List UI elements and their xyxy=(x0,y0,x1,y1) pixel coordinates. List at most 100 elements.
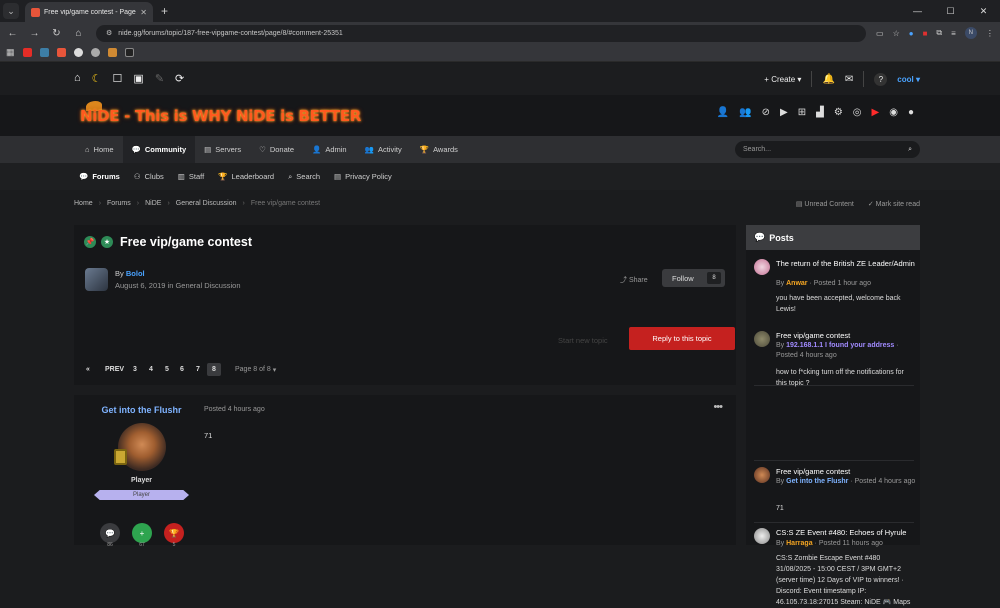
first-page-icon[interactable]: « xyxy=(86,363,90,376)
breadcrumb-nide[interactable]: NiDE xyxy=(145,200,161,207)
address-bar[interactable]: ⚙ nide.gg/forums/topic/187-free-vipgame-… xyxy=(96,24,866,42)
reputation-icon[interactable]: +67 xyxy=(132,523,152,548)
site-info-icon[interactable]: ⚙ xyxy=(106,29,112,37)
avatar[interactable] xyxy=(754,528,770,544)
browser-menu-icon[interactable]: ⋮ xyxy=(986,29,994,38)
user-add-icon[interactable]: 👤 xyxy=(717,107,729,118)
more-options-icon[interactable]: ••• xyxy=(713,401,723,413)
nav-donate[interactable]: ♡ Donate xyxy=(250,136,303,163)
apps-icon[interactable]: ▦ xyxy=(6,47,15,58)
prev-page-button[interactable]: PREV xyxy=(105,363,124,376)
nav-awards[interactable]: 🏆 Awards xyxy=(411,136,467,163)
close-window-icon[interactable]: ✕ xyxy=(967,0,1000,22)
browser-tab[interactable]: Free vip/game contest - Page 8 ✕ xyxy=(25,2,153,22)
page-link[interactable]: 4 xyxy=(149,363,153,376)
page-link[interactable]: 7 xyxy=(196,363,200,376)
sidebar-post-title[interactable]: The return of the British ZE Leader/Admi… xyxy=(776,259,916,269)
avatar[interactable] xyxy=(85,268,108,291)
ban-icon[interactable]: ⊘ xyxy=(762,107,770,118)
youtube-icon[interactable]: ▶ xyxy=(872,107,880,118)
puzzle-icon[interactable]: ⧉ xyxy=(936,28,942,38)
reload-icon[interactable]: ↻ xyxy=(47,28,66,39)
unread-content-link[interactable]: ▤ Unread Content xyxy=(796,200,854,208)
search-input[interactable]: Search... ⌕ xyxy=(735,141,920,158)
home-icon[interactable]: ⌂ xyxy=(69,28,88,39)
site-logo[interactable]: NiDE - This is WHY NiDE is BETTER xyxy=(80,107,361,125)
sidebar-post-title[interactable]: CS:S ZE Event #480: Echoes of Hyrule xyxy=(776,528,916,538)
ublock-icon[interactable]: ■ xyxy=(923,29,928,38)
breadcrumb-forums[interactable]: Forums xyxy=(107,200,131,207)
minimize-icon[interactable]: — xyxy=(901,0,934,22)
sidebar-post-author[interactable]: Harraga xyxy=(786,540,812,547)
forward-icon[interactable]: → xyxy=(25,28,44,39)
posts-count-icon[interactable]: 💬 86 xyxy=(100,523,120,548)
new-tab-icon[interactable]: + xyxy=(161,4,168,18)
subnav-search[interactable]: ⌕ Search xyxy=(282,163,326,190)
square-icon[interactable]: ☐ xyxy=(113,72,123,85)
subnav-privacy[interactable]: ▤ Privacy Policy xyxy=(328,163,398,190)
reply-button[interactable]: Reply to this topic xyxy=(629,327,735,350)
bookmark-2-icon[interactable] xyxy=(56,48,66,57)
help-icon[interactable]: ? xyxy=(874,72,888,86)
start-new-topic-button[interactable]: Start new topic xyxy=(558,336,608,345)
bookmark-5-icon[interactable] xyxy=(124,48,134,57)
bookmark-steam-icon[interactable] xyxy=(73,48,83,57)
current-page[interactable]: 8 xyxy=(207,363,221,376)
close-tab-icon[interactable]: ✕ xyxy=(140,8,147,17)
subnav-leaderboard[interactable]: 🏆 Leaderboard xyxy=(212,163,280,190)
subnav-staff[interactable]: ▥ Staff xyxy=(172,163,210,190)
moon-icon[interactable]: ☾ xyxy=(92,72,102,85)
refresh-icon[interactable]: ⟳ xyxy=(175,72,184,85)
leaderboard-icon[interactable]: ▟ xyxy=(816,107,824,118)
nav-servers[interactable]: ▤ Servers xyxy=(195,136,250,163)
sidebar-post-author[interactable]: 192.168.1.1 I found your address xyxy=(786,342,894,349)
post-author-link[interactable]: Get into the Flushr xyxy=(74,405,209,415)
avatar[interactable] xyxy=(754,259,770,275)
user-menu[interactable]: cool ▾ xyxy=(897,75,920,84)
breadcrumb-home[interactable]: Home xyxy=(74,200,93,207)
search-icon[interactable]: ⌕ xyxy=(908,146,912,154)
maximize-icon[interactable]: ☐ xyxy=(934,0,967,22)
home-icon[interactable]: ⌂ xyxy=(74,72,81,85)
video-icon[interactable]: ▶ xyxy=(780,107,788,118)
cast-icon[interactable]: ▭ xyxy=(876,29,884,38)
extension-icon[interactable]: ● xyxy=(909,29,914,38)
discord-icon[interactable]: ◉ xyxy=(889,107,898,118)
mark-read-link[interactable]: ✓ Mark site read xyxy=(868,200,920,208)
teamspeak-icon[interactable]: ◎ xyxy=(853,107,862,118)
share-button[interactable]: ⤴ Share xyxy=(620,275,648,285)
sidebar-post-title[interactable]: Free vip/game contest xyxy=(776,331,916,341)
avatar[interactable] xyxy=(754,467,770,483)
bookmark-youtube-icon[interactable] xyxy=(22,48,32,57)
page-link[interactable]: 5 xyxy=(165,363,169,376)
steam-icon[interactable]: ⚙ xyxy=(834,107,843,118)
bookmark-4-icon[interactable] xyxy=(107,48,117,57)
tab-search-icon[interactable]: ⌄ xyxy=(3,3,19,19)
trophy-icon[interactable]: 🏆 5 xyxy=(164,523,184,548)
bookmark-star-icon[interactable]: ☆ xyxy=(893,29,900,38)
messages-icon[interactable]: ✉ xyxy=(845,74,853,85)
subnav-forums[interactable]: 💬 Forums xyxy=(73,163,126,190)
brush-icon[interactable]: ✎ xyxy=(155,72,164,85)
sidebar-post-author[interactable]: Get into the Flushr xyxy=(786,478,848,485)
sidebar-post-title[interactable]: Free vip/game contest xyxy=(776,467,916,477)
users-icon[interactable]: 👥 xyxy=(739,107,751,118)
sidebar-post-author[interactable]: Anwar xyxy=(786,280,807,287)
sitemap-icon[interactable]: ⊞ xyxy=(798,107,806,118)
nav-admin[interactable]: 👤 Admin xyxy=(303,136,356,163)
nav-activity[interactable]: 👥 Activity xyxy=(356,136,411,163)
bookmark-1-icon[interactable] xyxy=(39,48,49,57)
reading-list-icon[interactable]: ≡ xyxy=(951,29,956,38)
bookmark-3-icon[interactable] xyxy=(90,48,100,57)
image-icon[interactable]: ▣ xyxy=(133,72,143,85)
page-link[interactable]: 3 xyxy=(133,363,137,376)
nav-community[interactable]: 💬 Community xyxy=(122,136,196,163)
page-jump-select[interactable]: Page 8 of 8 ▾ xyxy=(235,363,276,376)
create-button[interactable]: + Create ▾ xyxy=(764,75,801,84)
github-icon[interactable]: ● xyxy=(908,107,914,118)
back-icon[interactable]: ← xyxy=(3,28,22,39)
follow-button[interactable]: Follow 8 xyxy=(662,269,725,287)
breadcrumb-general[interactable]: General Discussion xyxy=(176,200,237,207)
notifications-icon[interactable]: 🔔 xyxy=(822,74,834,85)
nav-home[interactable]: ⌂ Home xyxy=(76,136,123,163)
